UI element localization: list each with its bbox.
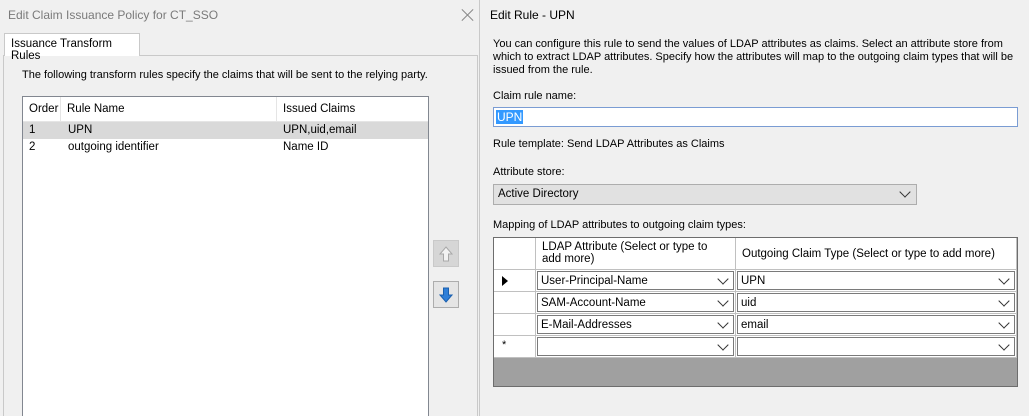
- attribute-store-label: Attribute store:: [493, 166, 565, 178]
- row-header[interactable]: *: [494, 336, 536, 358]
- claim-type-combo[interactable]: [737, 337, 1015, 356]
- rules-list[interactable]: Order Rule Name Issued Claims 1 UPN UPN,…: [22, 96, 429, 416]
- rule-order: 1: [29, 124, 36, 136]
- ldap-attribute-cell[interactable]: User-Principal-Name: [536, 270, 736, 292]
- table-row[interactable]: 2 outgoing identifier Name ID: [23, 139, 428, 156]
- column-header-rule-name[interactable]: Rule Name: [61, 97, 277, 122]
- rules-description: The following transform rules specify th…: [22, 69, 428, 81]
- chevron-down-icon[interactable]: [717, 317, 729, 329]
- attribute-store-value: Active Directory: [498, 188, 579, 200]
- rules-list-header: Order Rule Name Issued Claims: [23, 97, 428, 122]
- claim-type-value: UPN: [741, 275, 766, 287]
- ldap-attribute-cell[interactable]: E-Mail-Addresses: [536, 314, 736, 336]
- close-icon[interactable]: [461, 8, 475, 22]
- ldap-attribute-combo[interactable]: User-Principal-Name: [537, 271, 734, 290]
- row-header[interactable]: [494, 292, 536, 314]
- chevron-down-icon[interactable]: [998, 295, 1010, 307]
- rule-template-text: Rule template: Send LDAP Attributes as C…: [493, 138, 725, 150]
- claim-type-combo[interactable]: uid: [737, 293, 1015, 312]
- grid-corner: [494, 238, 536, 270]
- row-header[interactable]: [494, 314, 536, 336]
- move-up-button[interactable]: [433, 240, 459, 267]
- ldap-attribute-value: SAM-Account-Name: [541, 297, 646, 309]
- claim-type-combo[interactable]: UPN: [737, 271, 1015, 290]
- rule-order: 2: [29, 141, 36, 153]
- mapping-label: Mapping of LDAP attributes to outgoing c…: [493, 219, 746, 231]
- chevron-down-icon[interactable]: [998, 273, 1010, 285]
- column-header-ldap-attribute[interactable]: LDAP Attribute (Select or type to add mo…: [536, 238, 736, 270]
- chevron-down-icon[interactable]: [717, 295, 729, 307]
- intro-text: You can configure this rule to send the …: [493, 38, 1014, 76]
- ldap-attribute-value: E-Mail-Addresses: [541, 319, 632, 331]
- claim-rule-name-value: UPN: [496, 110, 524, 124]
- chevron-down-icon[interactable]: [717, 339, 729, 351]
- ldap-attribute-combo[interactable]: E-Mail-Addresses: [537, 315, 734, 334]
- tab-panel: The following transform rules specify th…: [3, 55, 478, 416]
- current-row-icon: [502, 276, 508, 286]
- claim-type-cell[interactable]: UPN: [736, 270, 1017, 292]
- mapping-grid[interactable]: LDAP Attribute (Select or type to add mo…: [493, 237, 1018, 387]
- claim-rule-name-label: Claim rule name:: [493, 90, 577, 102]
- column-header-outgoing-claim-type[interactable]: Outgoing Claim Type (Select or type to a…: [736, 238, 1017, 270]
- ldap-attribute-cell[interactable]: SAM-Account-Name: [536, 292, 736, 314]
- claim-rule-name-input[interactable]: UPN: [493, 107, 1018, 127]
- ldap-attribute-combo[interactable]: [537, 337, 734, 356]
- arrow-down-icon: [439, 287, 453, 303]
- rule-claims: Name ID: [283, 141, 329, 153]
- claim-type-combo[interactable]: email: [737, 315, 1015, 334]
- column-header-issued-claims[interactable]: Issued Claims: [277, 97, 417, 122]
- chevron-down-icon[interactable]: [998, 339, 1010, 351]
- new-row-icon: *: [502, 339, 507, 351]
- chevron-down-icon[interactable]: [998, 317, 1010, 329]
- claim-type-cell[interactable]: email: [736, 314, 1017, 336]
- ldap-attribute-value: User-Principal-Name: [541, 275, 648, 287]
- attribute-store-select[interactable]: Active Directory: [493, 184, 917, 205]
- arrow-up-icon: [439, 246, 453, 262]
- tab-issuance-transform-rules[interactable]: Issuance Transform Rules: [4, 33, 140, 62]
- ldap-attribute-cell[interactable]: [536, 336, 736, 358]
- rule-name: outgoing identifier: [68, 141, 159, 153]
- rule-claims: UPN,uid,email: [283, 124, 357, 136]
- chevron-down-icon: [899, 186, 911, 198]
- edit-rule-dialog: Edit Rule - UPN You can configure this r…: [481, 0, 1029, 416]
- chevron-down-icon[interactable]: [717, 273, 729, 285]
- rule-name: UPN: [68, 124, 93, 136]
- dialog-title: Edit Rule - UPN: [490, 8, 575, 22]
- claim-issuance-policy-dialog: Edit Claim Issuance Policy for CT_SSO Is…: [0, 0, 480, 416]
- column-header-order[interactable]: Order: [23, 97, 61, 122]
- move-down-button[interactable]: [433, 281, 459, 308]
- dialog-title: Edit Claim Issuance Policy for CT_SSO: [8, 8, 219, 22]
- row-header[interactable]: [494, 270, 536, 292]
- ldap-attribute-combo[interactable]: SAM-Account-Name: [537, 293, 734, 312]
- claim-type-value: email: [741, 319, 769, 331]
- table-row[interactable]: 1 UPN UPN,uid,email: [23, 122, 428, 139]
- claim-type-value: uid: [741, 297, 757, 309]
- claim-type-cell[interactable]: uid: [736, 292, 1017, 314]
- claim-type-cell[interactable]: [736, 336, 1017, 358]
